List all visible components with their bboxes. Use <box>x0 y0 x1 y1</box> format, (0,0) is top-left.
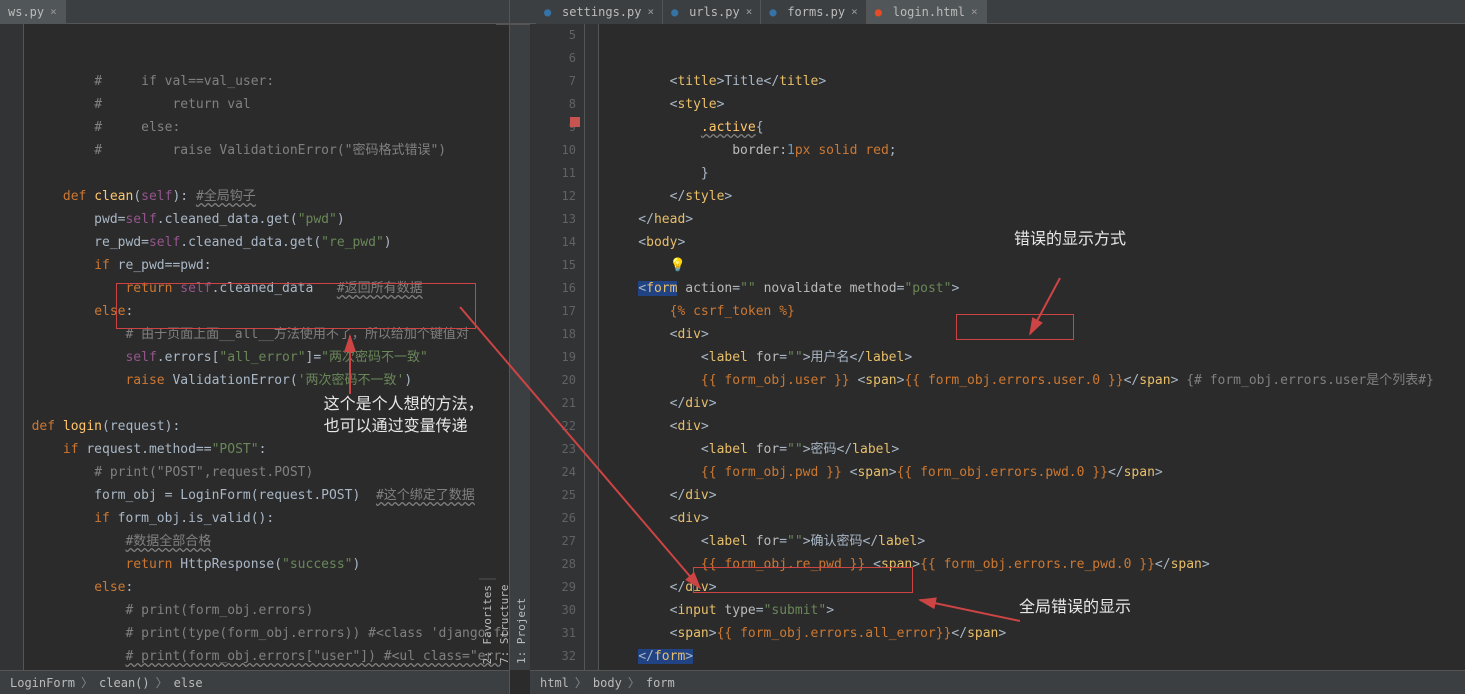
breadcrumb-item[interactable]: html <box>540 676 569 690</box>
tab-login-html[interactable]: login.html × <box>867 0 987 24</box>
right-editor[interactable]: 5678910111213141516171819202122232425262… <box>530 24 1465 670</box>
chevron-right-icon: 〉 <box>628 674 640 691</box>
chevron-right-icon: 〉 <box>81 674 93 691</box>
left-code[interactable]: # if val==val_user: # return val # else:… <box>24 24 509 670</box>
file-icon <box>769 5 783 19</box>
breadcrumb-item[interactable]: body <box>593 676 622 690</box>
tab-label: urls.py <box>689 5 740 19</box>
tab-label: login.html <box>893 5 965 19</box>
close-icon[interactable]: × <box>50 5 57 18</box>
breadcrumb-item[interactable]: form <box>646 676 675 690</box>
left-breadcrumb[interactable]: LoginForm 〉 clean() 〉 else <box>0 670 509 694</box>
side-tool-bar[interactable]: 1: Project 7: Structure 2: Favorites <box>510 24 530 670</box>
left-tab-bar: ws.py × <box>0 0 509 24</box>
tab-label: forms.py <box>787 5 845 19</box>
close-icon[interactable]: × <box>851 5 858 18</box>
file-icon <box>671 5 685 19</box>
right-tab-bar: settings.py × urls.py × forms.py × login.html × <box>510 0 1465 24</box>
chevron-right-icon: 〉 <box>156 674 168 691</box>
tab-urls-py[interactable]: urls.py × <box>663 0 761 24</box>
breadcrumb-item[interactable]: else <box>174 676 203 690</box>
breadcrumb-item[interactable]: clean() <box>99 676 150 690</box>
left-gutter <box>0 24 24 670</box>
file-icon <box>544 5 558 19</box>
tool-project[interactable]: 1: Project <box>513 24 530 670</box>
tab-label: settings.py <box>562 5 641 19</box>
close-icon[interactable]: × <box>971 5 978 18</box>
fold-gutter[interactable] <box>585 24 599 670</box>
right-editor-pane: 1: Project 7: Structure 2: Favorites set… <box>510 0 1465 694</box>
right-code[interactable]: <title>Title</title> <style> .active{ bo… <box>599 24 1465 670</box>
close-icon[interactable]: × <box>647 5 654 18</box>
tab-label: ws.py <box>8 5 44 19</box>
left-editor[interactable]: # if val==val_user: # return val # else:… <box>0 24 509 670</box>
tab-ws-py[interactable]: ws.py × <box>0 0 66 24</box>
right-breadcrumb[interactable]: html 〉 body 〉 form <box>530 670 1465 694</box>
tool-favorites[interactable]: 2: Favorites <box>479 578 496 670</box>
tool-structure[interactable]: 7: Structure <box>496 24 513 670</box>
chevron-right-icon: 〉 <box>575 674 587 691</box>
tab-settings-py[interactable]: settings.py × <box>536 0 663 24</box>
file-icon <box>875 5 889 19</box>
left-editor-pane: ws.py × # if val==val_user: # return val… <box>0 0 510 694</box>
breadcrumb-item[interactable]: LoginForm <box>10 676 75 690</box>
tab-forms-py[interactable]: forms.py × <box>761 0 866 24</box>
close-icon[interactable]: × <box>746 5 753 18</box>
error-marker-icon <box>570 117 580 127</box>
